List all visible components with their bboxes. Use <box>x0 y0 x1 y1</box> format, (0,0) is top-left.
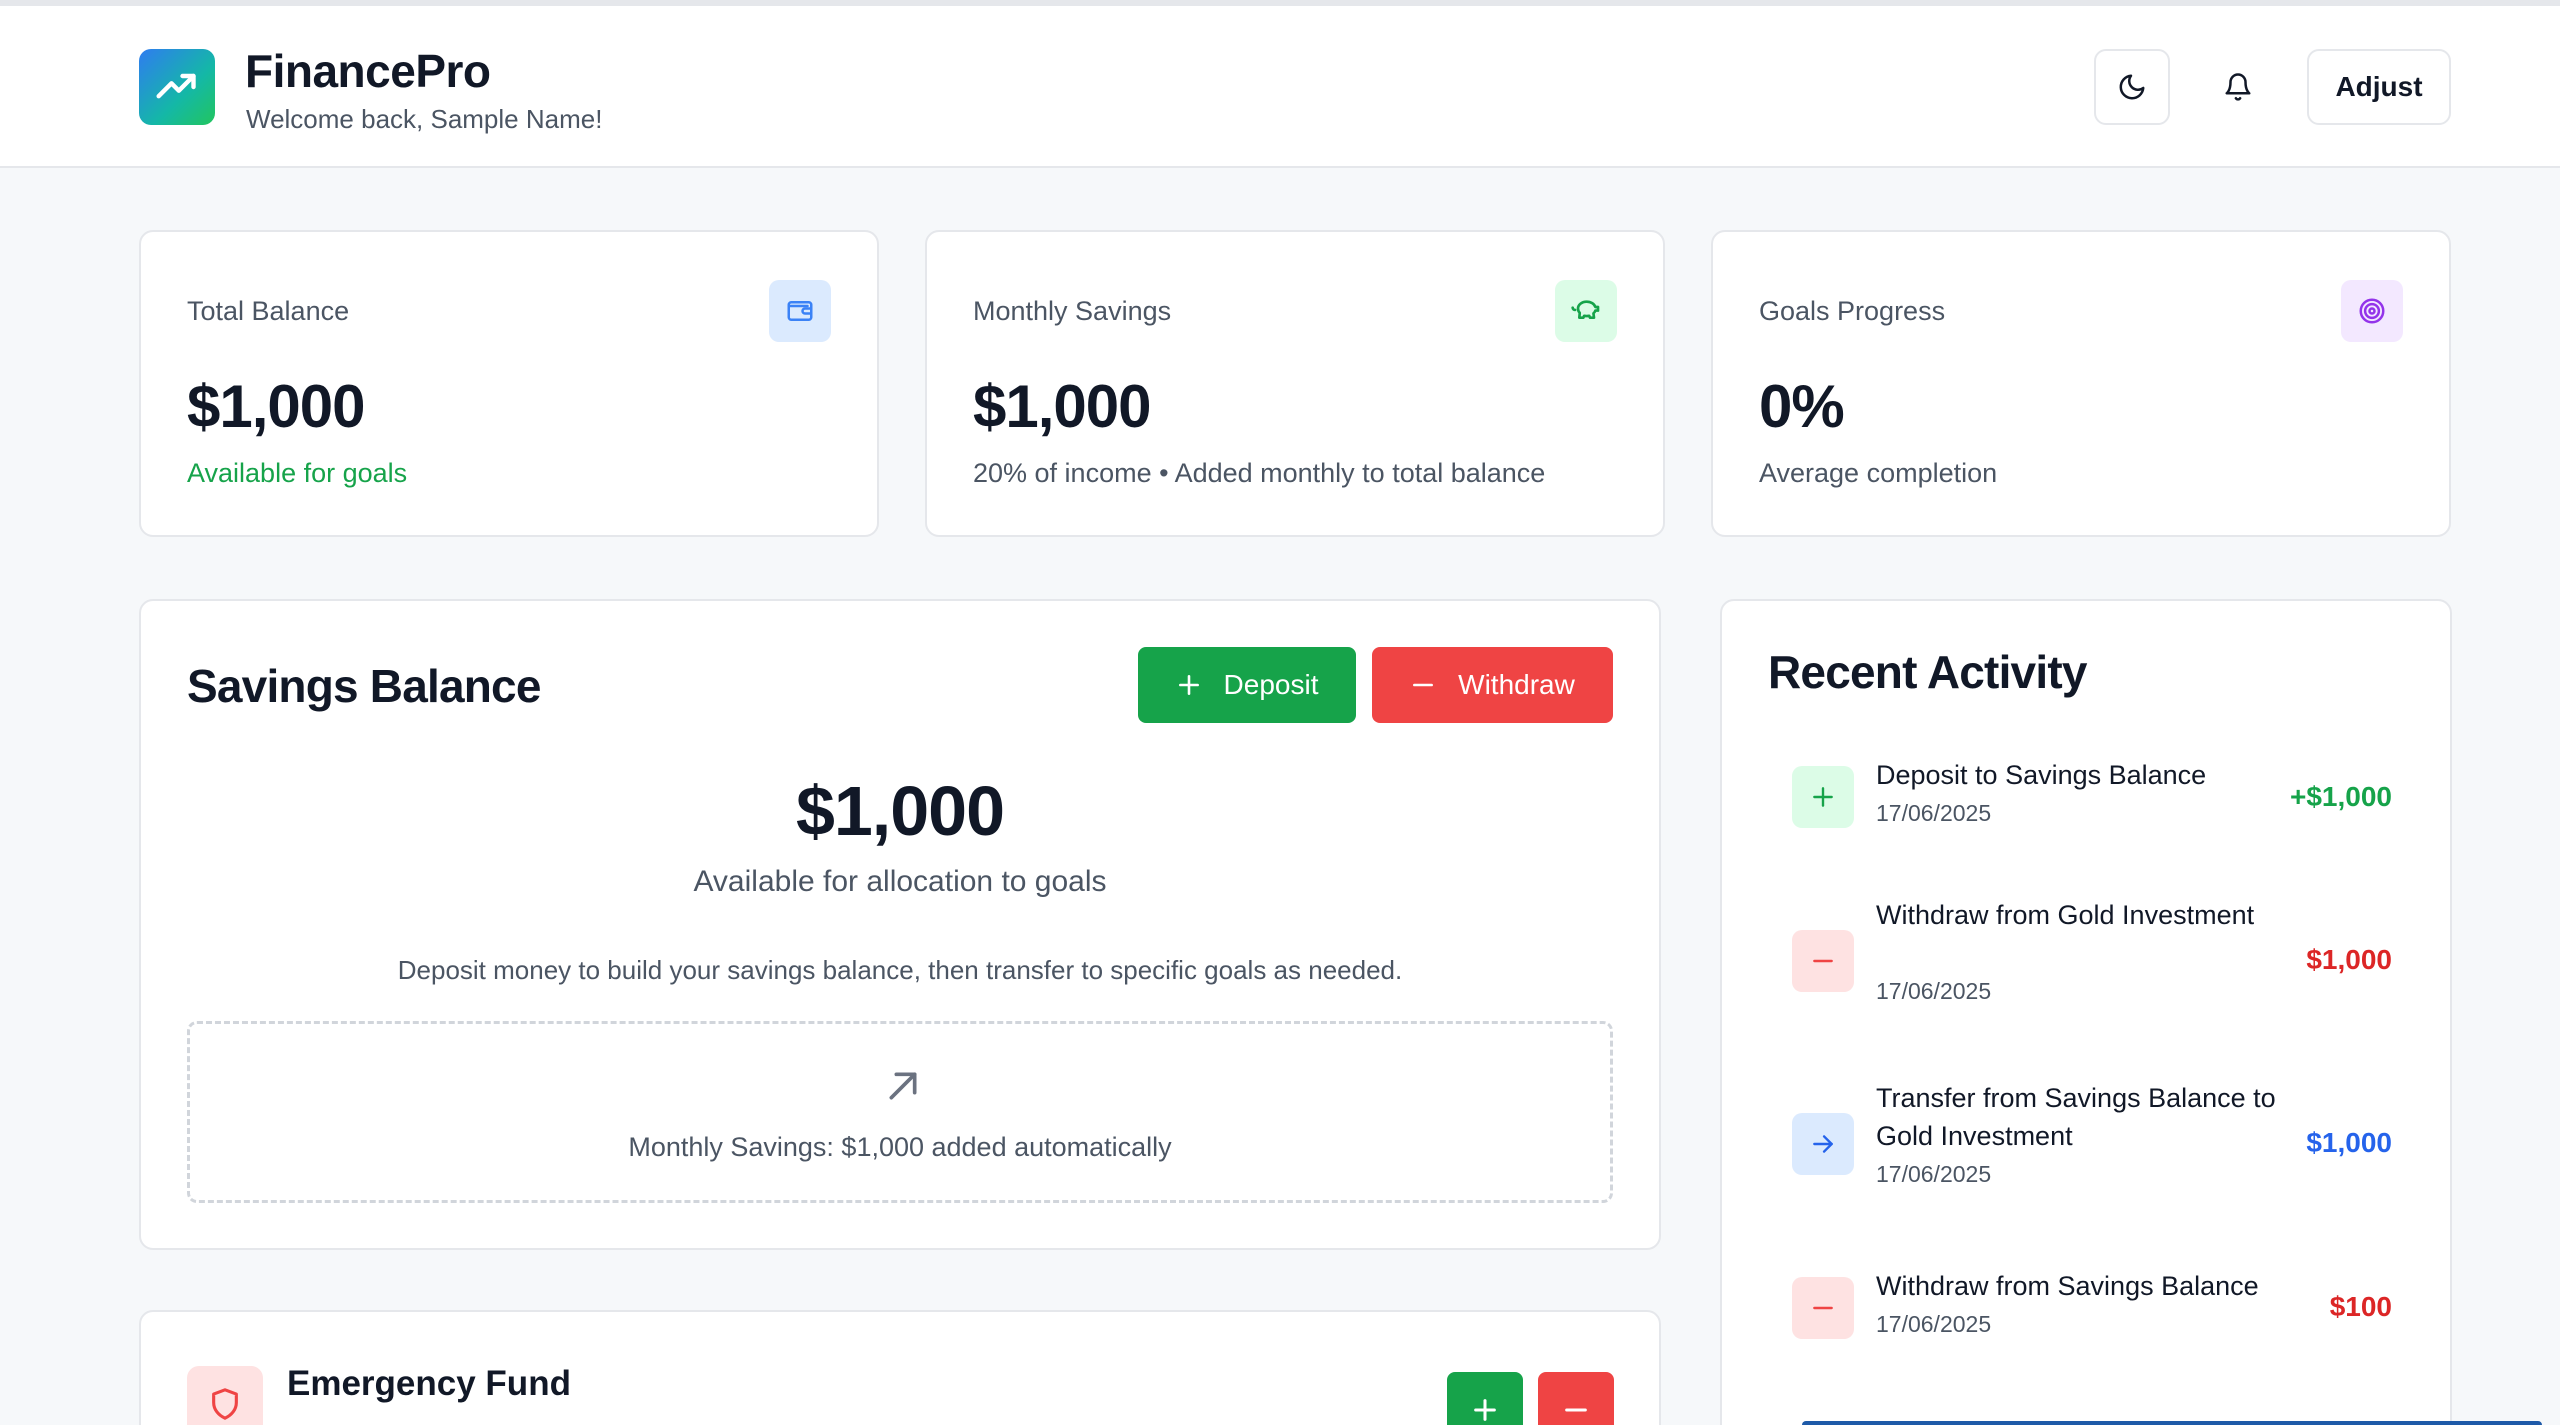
notifications-button[interactable] <box>2200 49 2276 125</box>
stat-label: Goals Progress <box>1759 296 1946 326</box>
goal-icon-chip <box>187 1366 263 1425</box>
goal-card-emergency-fund: Emergency Fund <box>139 1310 1661 1425</box>
stat-icon-chip <box>1555 280 1617 342</box>
savings-amount-subtitle: Available for allocation to goals <box>693 865 1107 898</box>
theme-toggle-button[interactable] <box>2094 49 2170 125</box>
stat-icon-chip <box>2341 280 2403 342</box>
withdraw-label: Withdraw <box>1458 669 1575 700</box>
activity-icon-chip <box>1792 930 1854 992</box>
stat-note: Average completion <box>1759 458 1998 488</box>
activity-item-title: Transfer from Savings Balance to Gold In… <box>1876 1083 2276 1151</box>
stat-note: Available for goals <box>187 458 408 488</box>
app-logo <box>139 49 215 125</box>
minus-icon <box>1565 1408 1587 1412</box>
activity-item-amount: $100 <box>2329 1291 2392 1322</box>
stat-note: 20% of income • Added monthly to total b… <box>973 458 1546 488</box>
activity-item-date: 17/06/2025 <box>1876 1161 1992 1187</box>
activity-item-date: 17/06/2025 <box>1876 800 1992 826</box>
shield-icon <box>212 1388 238 1420</box>
savings-info-text: Deposit money to build your savings bala… <box>397 955 1403 985</box>
deposit-button[interactable]: Deposit <box>1138 647 1356 723</box>
stat-label: Monthly Savings <box>973 296 1172 326</box>
app-title: FinancePro <box>245 45 491 97</box>
moon-icon <box>2119 74 2145 100</box>
activity-icon-chip <box>1792 766 1854 828</box>
stat-label: Total Balance <box>187 296 350 326</box>
plus-icon <box>1474 1399 1496 1421</box>
stat-card-total-balance: Total Balance $1,000 Available for goals <box>139 230 879 537</box>
piggy-bank-icon <box>1571 300 1600 319</box>
monthly-savings-box: Monthly Savings: $1,000 added automatica… <box>187 1021 1613 1203</box>
recent-activity-card: Recent Activity Deposit to Savings Balan… <box>1720 599 2542 1425</box>
activity-item-amount: $1,000 <box>2306 944 2392 975</box>
arrow-up-right-icon <box>889 1072 917 1100</box>
bell-icon <box>2225 73 2251 101</box>
minus-icon <box>1813 1306 1833 1310</box>
stat-value: $1,000 <box>187 373 366 440</box>
activity-item-date: 17/06/2025 <box>1876 978 1992 1004</box>
activity-item-date: 17/06/2025 <box>1876 1311 1992 1337</box>
activity-icon-chip <box>1792 1113 1854 1175</box>
welcome-message: Welcome back, Sample Name! <box>246 104 603 134</box>
wallet-icon <box>787 301 813 321</box>
goal-title: Emergency Fund <box>287 1364 571 1403</box>
activity-item-title: Deposit to Savings Balance <box>1876 760 2207 790</box>
savings-balance-card: Savings Balance Deposit Withdraw $1,000 … <box>139 599 1661 1250</box>
plus-icon <box>1813 787 1833 807</box>
activity-icon-chip <box>1792 1277 1854 1339</box>
arrow-right-icon <box>1813 1135 1833 1153</box>
adjust-button[interactable]: Adjust <box>2307 49 2451 125</box>
activity-title: Recent Activity <box>1768 646 2087 698</box>
goal-withdraw-button[interactable] <box>1538 1372 1614 1425</box>
trending-up-icon <box>156 73 196 99</box>
deposit-label: Deposit <box>1223 669 1319 700</box>
savings-title: Savings Balance <box>187 660 541 712</box>
stat-card-monthly-savings: Monthly Savings $1,000 20% of income • A… <box>925 230 1665 537</box>
stat-card-goals-progress: Goals Progress 0% Average completion <box>1711 230 2451 537</box>
monthly-savings-note: Monthly Savings: $1,000 added automatica… <box>628 1132 1172 1162</box>
activity-item-amount: +$1,000 <box>2290 781 2392 812</box>
target-icon <box>2359 298 2385 324</box>
app-header: FinancePro Welcome back, Sample Name! Ad… <box>0 6 2560 168</box>
activity-item-title: Withdraw from Gold Investment <box>1876 900 2255 930</box>
minus-icon <box>1813 959 1833 963</box>
minus-icon <box>1413 683 1434 687</box>
activity-item-amount: $1,000 <box>2306 1127 2392 1158</box>
plus-icon <box>1178 675 1199 695</box>
activity-item-title: Withdraw from Savings Balance <box>1876 1271 2259 1301</box>
withdraw-button[interactable]: Withdraw <box>1372 647 1613 723</box>
goal-deposit-button[interactable] <box>1447 1372 1523 1425</box>
stat-value: $1,000 <box>973 373 1152 440</box>
savings-amount: $1,000 <box>795 772 1005 850</box>
stat-icon-chip <box>769 280 831 342</box>
stat-value: 0% <box>1759 373 1845 440</box>
scroll-indicator-bar <box>1802 1421 2542 1425</box>
